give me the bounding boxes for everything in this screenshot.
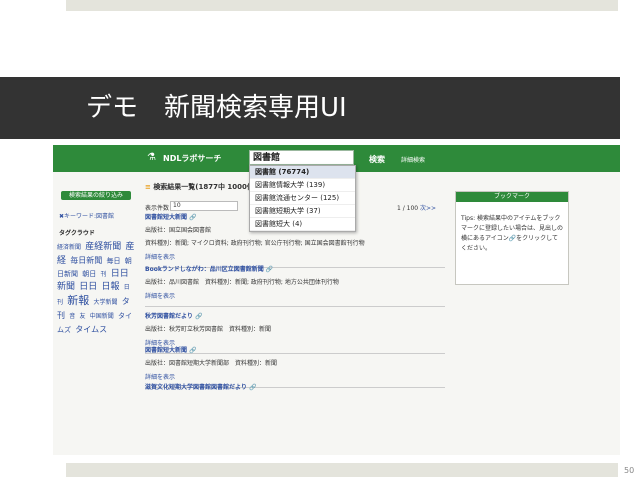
logo-icon: ⚗ [147, 152, 156, 163]
bookmark-clip-icon[interactable]: 🔗 [264, 266, 273, 273]
autocomplete-option[interactable]: 図書館 (76774) [250, 166, 355, 179]
tag-link[interactable]: 友 [79, 313, 85, 320]
bookmark-tips: Tips: 検索結果中のアイテムをブックマークに登録したい場合は、見出しの横にあ… [461, 215, 564, 252]
autocomplete-dropdown: 図書館 (76774) 図書館情報大学 (139) 図書館流通センター (125) 図… [249, 165, 356, 232]
tag-link[interactable]: 朝日 [82, 270, 96, 278]
refine-results-button[interactable]: 検索結果の絞り込み [61, 191, 131, 200]
tag-link[interactable]: 毎日 [106, 257, 120, 265]
tag-link[interactable]: 刊 [100, 271, 106, 278]
result-title-link[interactable]: 図書館短大新聞 🔗 [145, 345, 445, 354]
pager-next-link[interactable]: 次>> [420, 205, 436, 212]
tag-link[interactable]: 中国新聞 [90, 313, 114, 320]
result-title-text: 図書館短大新聞 [145, 347, 188, 354]
bookmark-clip-icon[interactable]: 🔗 [193, 313, 202, 320]
result-title-text: Bookランドしながわ：品川区立図書館新聞 [145, 266, 264, 273]
tag-link[interactable]: 日報 [102, 282, 120, 292]
results-heading-text: 検索結果一覧(1877中 1000件 [153, 183, 254, 191]
result-meta: 資料種別：新聞; マイクロ資料; 政府刊行物; 官公庁刊行物; 国立国会図書館刊… [145, 240, 365, 247]
result-divider [145, 306, 445, 307]
search-input[interactable]: 図書館 [249, 150, 354, 165]
result-meta: 出版社：図書館短期大学新聞部 資料種別：新聞 [145, 360, 278, 367]
result-details-link[interactable]: 詳細を表示 [145, 252, 445, 261]
result-title-link[interactable]: 滋賀文化短期大学図書館図書館だより 🔗 [145, 382, 445, 391]
pager-status: 1 / 100 [397, 205, 419, 212]
search-button[interactable]: 検索 [369, 154, 385, 165]
tag-cloud: 経済新聞 産経新聞 産経 毎日新聞 毎日 朝日新聞 朝日 刊 日日新聞 日日 日… [57, 241, 135, 337]
tag-link[interactable]: 経済新聞 [57, 244, 81, 251]
result-title-link[interactable]: Bookランドしながわ：品川区立図書館新聞 🔗 [145, 264, 445, 273]
result-title-link[interactable]: 秋芳図書館だより 🔗 [145, 311, 445, 320]
tag-link[interactable]: 新報 [67, 294, 89, 307]
pager: 1 / 100 次>> [397, 203, 436, 212]
autocomplete-option[interactable]: 図書館短大 (4) [250, 218, 355, 231]
slide-title: デモ 新聞検索専用UI [86, 93, 347, 123]
tag-link[interactable]: 産経新聞 [85, 242, 121, 252]
count-select[interactable]: 10 [170, 201, 238, 211]
slide-bottom-bar [66, 463, 618, 477]
tag-link[interactable]: タイムス [75, 325, 107, 334]
tag-link[interactable]: 大学新聞 [93, 299, 117, 306]
result-details-link[interactable]: 詳細を表示 [145, 291, 445, 300]
result-meta: 出版社：品川図書館 資料種別：新聞; 政府刊行物; 地方公共団体刊行物 [145, 279, 339, 286]
results-heading: ≡ 検索結果一覧(1877中 1000件 [145, 182, 254, 192]
autocomplete-option[interactable]: 図書館情報大学 (139) [250, 179, 355, 192]
bookmark-panel: ブックマーク Tips: 検索結果中のアイテムをブックマークに登録したい場合は、… [455, 191, 569, 285]
autocomplete-option[interactable]: 図書館短期大学 (37) [250, 205, 355, 218]
bookmark-clip-icon[interactable]: 🔗 [187, 347, 196, 354]
autocomplete-option[interactable]: 図書館流通センター (125) [250, 192, 355, 205]
count-label: 表示件数 [145, 205, 170, 212]
result-title-text: 図書館短大新聞 [145, 214, 188, 221]
result-details-link[interactable]: 詳細を表示 [145, 372, 445, 381]
result-title-text: 秋芳図書館だより [145, 313, 193, 320]
tag-cloud-heading: タグクラウド [59, 230, 95, 237]
result-item: Bookランドしながわ：品川区立図書館新聞 🔗 出版社：品川図書館 資料種別：新聞… [145, 264, 445, 307]
page-number: 50 [624, 466, 635, 475]
list-icon: ≡ [145, 183, 151, 191]
bookmark-clip-icon[interactable]: 🔗 [247, 384, 256, 391]
tag-link[interactable]: 毎日新聞 [70, 256, 102, 265]
app-logo[interactable]: NDLラボサーチ [163, 153, 221, 164]
bookmark-clip-icon[interactable]: 🔗 [187, 214, 196, 221]
app-screenshot: ⚗ NDLラボサーチ 図書館 検索 詳細検索 検索結果の絞り込み ✖キーワード:… [53, 145, 620, 455]
tag-link[interactable]: 日日 [79, 282, 97, 292]
tag-link[interactable]: 音 [69, 313, 75, 320]
slide-top-bar [66, 0, 618, 11]
result-meta: 出版社：秋芳町立秋芳図書館 資料種別：新聞 [145, 326, 272, 333]
advanced-search-link[interactable]: 詳細検索 [401, 155, 425, 164]
keyword-filter-link[interactable]: ✖キーワード:図書館 [59, 211, 114, 220]
result-title-text: 滋賀文化短期大学図書館図書館だより [145, 384, 247, 391]
result-item: 滋賀文化短期大学図書館図書館だより 🔗 [145, 382, 445, 391]
bookmark-heading: ブックマーク [456, 192, 568, 202]
